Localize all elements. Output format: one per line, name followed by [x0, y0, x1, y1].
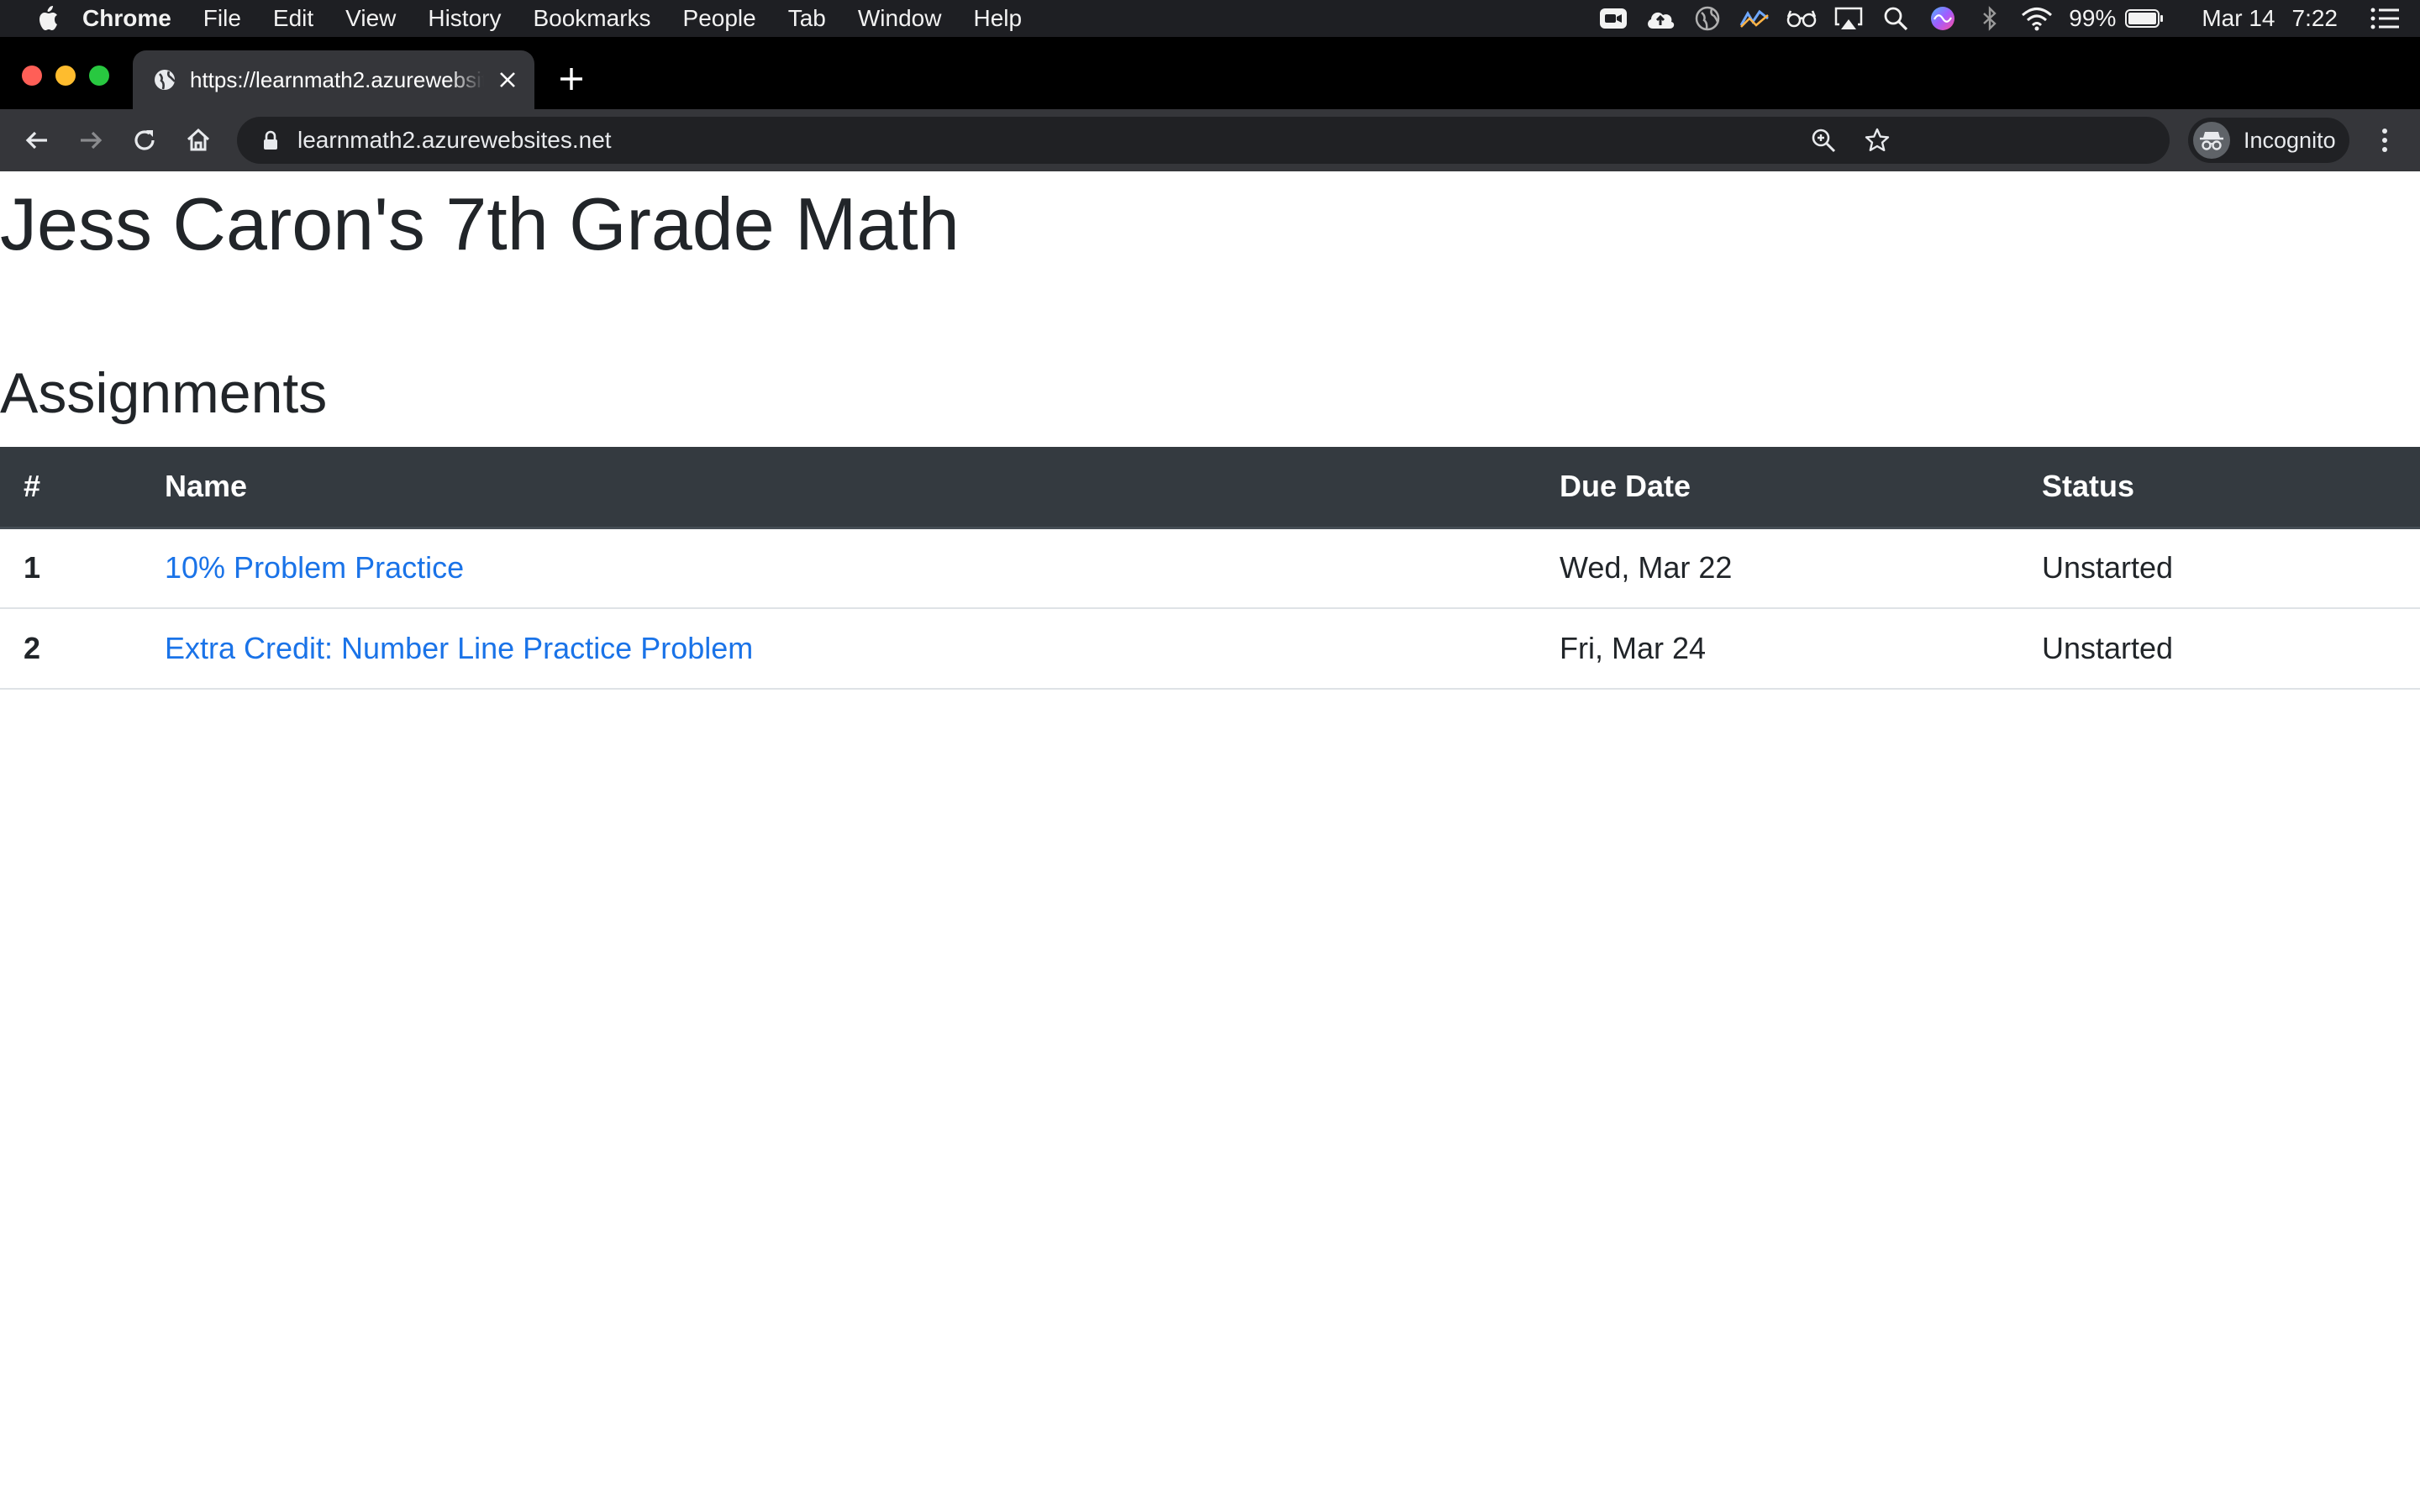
bookmark-star-icon[interactable]	[1860, 123, 1894, 157]
menu-file[interactable]: File	[203, 5, 241, 32]
incognito-icon	[2193, 122, 2230, 159]
assignments-heading: Assignments	[0, 361, 328, 425]
assignment-link[interactable]: 10% Problem Practice	[165, 550, 464, 585]
more-menu-icon[interactable]	[2368, 120, 2402, 160]
menu-edit[interactable]: Edit	[273, 5, 313, 32]
browser-tab-strip: https://learnmath2.azurewebsites.net	[0, 37, 2420, 109]
bluetooth-icon[interactable]	[1973, 0, 2007, 37]
battery-icon[interactable]	[2124, 0, 2165, 37]
row-due-date: Fri, Mar 24	[1560, 631, 1707, 665]
tab-close-icon[interactable]	[492, 65, 523, 95]
spotlight-search-icon[interactable]	[1879, 0, 1912, 37]
macos-menu-bar: Chrome File Edit View History Bookmarks …	[0, 0, 2420, 37]
row-number: 2	[24, 631, 41, 665]
tab-title: https://learnmath2.azurewebsites.net	[190, 66, 484, 92]
menu-help[interactable]: Help	[973, 5, 1022, 32]
battery-percent: 99%	[2069, 5, 2117, 31]
zoom-app-icon[interactable]	[1597, 0, 1630, 37]
header-due-date: Due Date	[1536, 447, 2018, 529]
new-tab-icon[interactable]	[555, 62, 588, 96]
menu-history[interactable]: History	[428, 5, 501, 32]
menu-view[interactable]: View	[345, 5, 396, 32]
assignments-table-header: # Name Due Date Status	[0, 447, 2420, 529]
menu-bookmarks[interactable]: Bookmarks	[533, 5, 650, 32]
page-content: Jess Caron's 7th Grade Math Assignments …	[0, 171, 2420, 1512]
row-status: Unstarted	[2042, 550, 2174, 585]
header-number: #	[0, 447, 141, 529]
globe-status-icon[interactable]	[1691, 0, 1724, 37]
notification-center-icon[interactable]	[2368, 0, 2402, 37]
forward-arrow-icon[interactable]	[71, 120, 111, 160]
activity-graph-icon[interactable]	[1738, 0, 1771, 37]
apple-icon[interactable]	[29, 0, 66, 37]
header-name: Name	[141, 447, 1536, 529]
window-close-button[interactable]	[22, 66, 42, 86]
assignments-table: # Name Due Date Status 1 10% Problem Pra…	[0, 447, 2420, 690]
header-status: Status	[2018, 447, 2420, 529]
address-url[interactable]: learnmath2.azurewebsites.net	[297, 127, 612, 154]
window-minimize-button[interactable]	[55, 66, 76, 86]
table-row: 1 10% Problem Practice Wed, Mar 22 Unsta…	[0, 528, 2420, 608]
address-bar[interactable]: learnmath2.azurewebsites.net	[237, 117, 2170, 164]
home-icon[interactable]	[178, 120, 218, 160]
airplay-icon[interactable]	[1832, 0, 1865, 37]
siri-icon[interactable]	[1926, 0, 1960, 37]
menu-tab[interactable]: Tab	[788, 5, 826, 32]
browser-tab-active[interactable]: https://learnmath2.azurewebsites.net	[133, 50, 534, 109]
assignment-link[interactable]: Extra Credit: Number Line Practice Probl…	[165, 631, 753, 665]
window-zoom-button[interactable]	[89, 66, 109, 86]
row-due-date: Wed, Mar 22	[1560, 550, 1733, 585]
reading-glasses-icon[interactable]	[1785, 0, 1818, 37]
incognito-profile-button[interactable]: Incognito	[2188, 118, 2349, 163]
lock-icon[interactable]	[260, 129, 281, 152]
browser-toolbar: learnmath2.azurewebsites.net Incognito	[0, 109, 2420, 171]
menu-app-chrome[interactable]: Chrome	[82, 5, 171, 32]
table-header-row: # Name Due Date Status	[0, 447, 2420, 529]
menu-window[interactable]: Window	[858, 5, 942, 32]
wifi-icon[interactable]	[2020, 0, 2054, 37]
site-globe-icon	[151, 66, 178, 93]
row-name-cell: 10% Problem Practice	[141, 528, 1536, 608]
menu-people[interactable]: People	[683, 5, 756, 32]
row-status: Unstarted	[2042, 631, 2174, 665]
cloud-upload-icon[interactable]	[1644, 0, 1677, 37]
back-arrow-icon[interactable]	[17, 120, 57, 160]
reload-icon[interactable]	[124, 120, 165, 160]
menubar-date[interactable]: Mar 14	[2202, 5, 2275, 32]
row-name-cell: Extra Credit: Number Line Practice Probl…	[141, 608, 1536, 689]
table-row: 2 Extra Credit: Number Line Practice Pro…	[0, 608, 2420, 689]
menubar-time[interactable]: 7:22	[2292, 5, 2338, 32]
zoom-magnifier-icon[interactable]	[1807, 123, 1840, 157]
incognito-label: Incognito	[2244, 127, 2336, 153]
row-number: 1	[24, 550, 41, 585]
page-title: Jess Caron's 7th Grade Math	[0, 182, 960, 265]
